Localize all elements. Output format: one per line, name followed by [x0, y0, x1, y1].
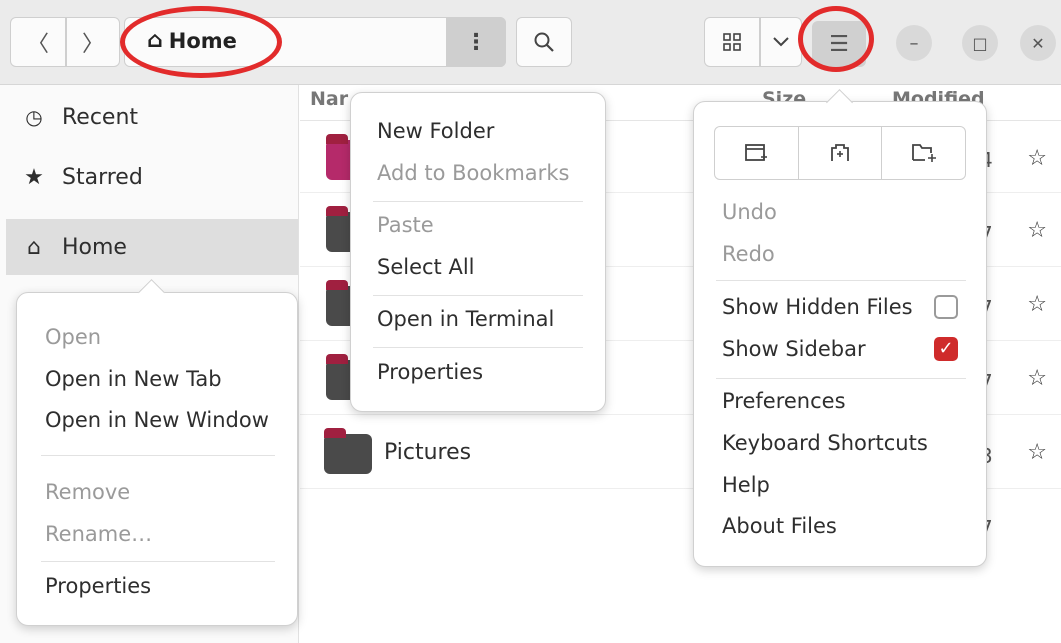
maximize-icon: □ — [972, 33, 988, 53]
sidebar-item-starred[interactable]: ★ Starred — [6, 149, 298, 205]
menu-item-paste: Paste — [377, 213, 434, 237]
star-outline-icon[interactable]: ☆ — [1027, 292, 1047, 317]
back-button[interactable]: 〈 — [10, 17, 66, 67]
sidebar-item-label: Recent — [62, 104, 139, 130]
menu-item-redo: Redo — [722, 242, 775, 266]
star-outline-icon[interactable]: ☆ — [1027, 366, 1047, 391]
minimize-icon: – — [909, 32, 919, 54]
new-folder-icon — [911, 144, 936, 162]
path-context-menu: New Folder Add to Bookmarks Paste Select… — [350, 92, 606, 412]
menu-item-show-sidebar[interactable]: Show Sidebar — [722, 337, 866, 361]
new-window-icon — [745, 144, 768, 161]
star-outline-icon[interactable]: ☆ — [1027, 146, 1047, 171]
hamburger-icon: ☰ — [829, 31, 849, 57]
column-header-name[interactable]: Nar — [310, 88, 348, 110]
close-icon: ✕ — [1031, 33, 1045, 53]
close-button[interactable]: ✕ — [1020, 25, 1056, 61]
menu-item-rename: Rename… — [45, 522, 153, 546]
search-icon — [534, 32, 554, 52]
path-home-label[interactable]: Home — [169, 29, 237, 53]
view-options-dropdown[interactable] — [760, 17, 802, 67]
menu-item-select-all[interactable]: Select All — [377, 255, 475, 279]
path-menu-button[interactable]: ⋮ — [446, 17, 506, 67]
view-grid-button[interactable] — [704, 17, 760, 67]
home-icon: ⌂ — [147, 28, 163, 53]
sidebar-context-menu: Open Open in New Tab Open in New Window … — [16, 292, 298, 626]
menu-item-properties[interactable]: Properties — [45, 574, 151, 598]
forward-button[interactable]: 〉 — [66, 17, 120, 67]
pictures-folder-icon — [324, 428, 372, 474]
menu-item-help[interactable]: Help — [722, 473, 770, 497]
search-button[interactable] — [516, 17, 572, 67]
menu-item-new-folder[interactable]: New Folder — [377, 119, 494, 143]
new-tab-icon — [831, 144, 849, 161]
checkmark-icon: ✓ — [938, 338, 954, 359]
header-bar: 〈 〉 ⌂ Home ⋮ ☰ – □ ✕ — [0, 0, 1061, 85]
new-folder-button[interactable] — [882, 127, 965, 179]
menu-item-add-to-bookmarks: Add to Bookmarks — [377, 161, 570, 185]
menu-item-open-new-window[interactable]: Open in New Window — [45, 408, 269, 432]
menu-item-open-new-tab[interactable]: Open in New Tab — [45, 367, 222, 391]
chevron-right-icon: 〉 — [81, 32, 104, 57]
chevron-down-icon — [773, 37, 789, 47]
star-outline-icon[interactable]: ☆ — [1027, 218, 1047, 243]
file-name: Pictures — [384, 440, 472, 465]
menu-separator — [41, 561, 275, 562]
menu-separator — [373, 201, 583, 202]
home-icon: ⌂ — [27, 234, 41, 260]
menu-item-open: Open — [45, 325, 102, 349]
menu-item-properties[interactable]: Properties — [377, 360, 483, 384]
window-actions-row — [714, 126, 966, 180]
menu-separator — [716, 378, 966, 379]
clock-icon: ◷ — [25, 105, 43, 129]
menu-separator — [41, 455, 275, 456]
show-hidden-files-checkbox[interactable] — [934, 295, 958, 319]
sidebar-item-recent[interactable]: ◷ Recent — [6, 89, 298, 145]
menu-item-open-in-terminal[interactable]: Open in Terminal — [377, 307, 554, 331]
vertical-dots-icon: ⋮ — [465, 29, 487, 55]
sidebar-item-home[interactable]: ⌂ Home — [6, 219, 298, 275]
main-menu-popover: Undo Redo Show Hidden Files Show Sidebar… — [693, 101, 987, 567]
menu-item-preferences[interactable]: Preferences — [722, 389, 846, 413]
star-outline-icon[interactable]: ☆ — [1027, 440, 1047, 465]
menu-separator — [373, 347, 583, 348]
menu-item-undo: Undo — [722, 200, 777, 224]
maximize-button[interactable]: □ — [962, 25, 998, 61]
main-menu-button[interactable]: ☰ — [812, 21, 866, 67]
star-icon: ★ — [24, 164, 44, 190]
show-sidebar-checkbox[interactable]: ✓ — [934, 337, 958, 361]
menu-separator — [716, 280, 966, 281]
chevron-left-icon: 〈 — [26, 32, 49, 57]
menu-item-about-files[interactable]: About Files — [722, 514, 837, 538]
menu-separator — [373, 295, 583, 296]
menu-item-show-hidden-files[interactable]: Show Hidden Files — [722, 295, 913, 319]
new-tab-button[interactable] — [799, 127, 883, 179]
menu-item-remove: Remove — [45, 480, 131, 504]
minimize-button[interactable]: – — [896, 25, 932, 61]
grid-icon — [723, 33, 741, 51]
sidebar-item-label: Starred — [62, 164, 143, 190]
menu-item-keyboard-shortcuts[interactable]: Keyboard Shortcuts — [722, 431, 928, 455]
sidebar-item-label: Home — [62, 234, 127, 260]
new-window-button[interactable] — [715, 127, 799, 179]
